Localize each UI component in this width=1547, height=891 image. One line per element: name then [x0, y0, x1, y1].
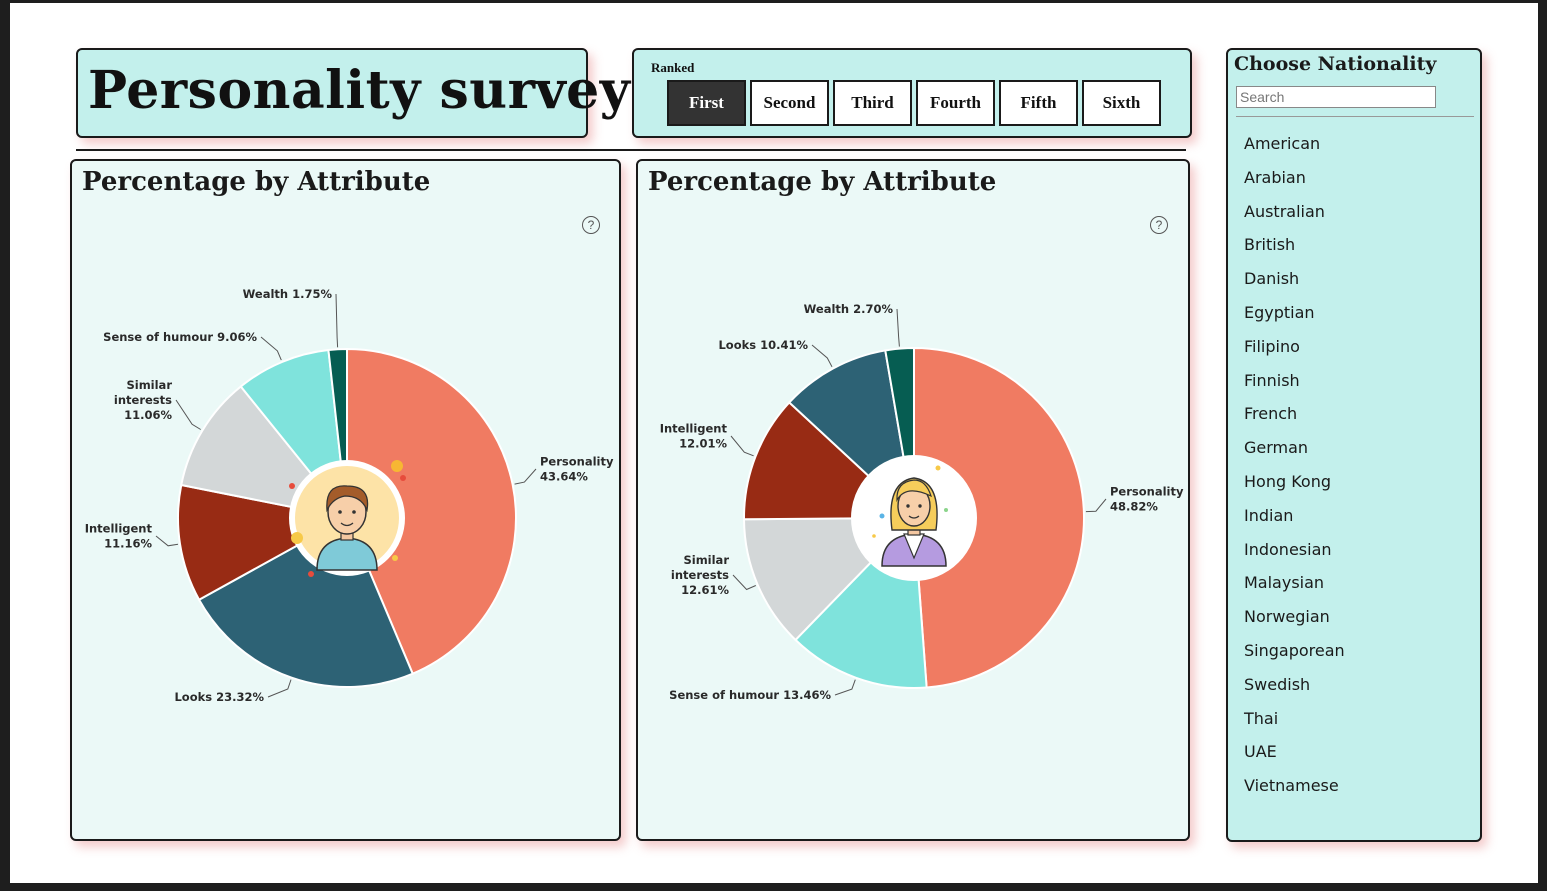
nationality-item[interactable]: French	[1244, 404, 1345, 438]
header-divider	[76, 149, 1186, 151]
ranked-buttons: First Second Third Fourth Fifth Sixth	[667, 80, 1161, 126]
chart-card-male: Percentage by Attribute ? Personality 43.…	[70, 159, 621, 841]
leader-line	[260, 336, 282, 361]
data-label: Intelligent 12.01%	[660, 422, 728, 451]
rank-button-first[interactable]: First	[667, 80, 746, 126]
nationality-item[interactable]: Vietnamese	[1244, 776, 1345, 810]
data-label: Sense of humour 9.06%	[103, 330, 257, 344]
leader-line	[155, 535, 179, 547]
leader-line	[834, 679, 856, 696]
data-label: Personality 43.64%	[540, 455, 614, 484]
data-label: Looks 10.41%	[718, 338, 808, 352]
leader-line	[267, 679, 292, 698]
rank-button-sixth[interactable]: Sixth	[1082, 80, 1161, 126]
divider	[1236, 116, 1474, 117]
ranked-slicer: Ranked First Second Third Fourth Fifth S…	[632, 48, 1192, 138]
data-label: Sense of humour 13.46%	[669, 688, 831, 702]
leader-line	[896, 308, 900, 347]
nationality-item[interactable]: Finnish	[1244, 371, 1345, 405]
data-label: Personality 48.82%	[1110, 485, 1184, 514]
data-label: Similar interests 11.06%	[114, 378, 173, 422]
nationality-slicer: Choose Nationality American Arabian Aust…	[1226, 48, 1482, 842]
chart-card-female: Percentage by Attribute ? Personality 48.…	[636, 159, 1190, 841]
nationality-item[interactable]: Swedish	[1244, 675, 1345, 709]
leader-line	[175, 399, 201, 430]
nationality-item[interactable]: Singaporean	[1244, 641, 1345, 675]
nationality-item[interactable]: German	[1244, 438, 1345, 472]
nationality-item[interactable]: Arabian	[1244, 168, 1345, 202]
nationality-item[interactable]: Hong Kong	[1244, 472, 1345, 506]
leader-line	[335, 293, 339, 348]
nationality-item[interactable]: Thai	[1244, 709, 1345, 743]
title-card: Personality survey	[76, 48, 630, 138]
leader-line	[1085, 498, 1107, 513]
rank-button-fifth[interactable]: Fifth	[999, 80, 1078, 126]
data-label: Wealth 2.70%	[804, 302, 894, 316]
nationality-item[interactable]: Danish	[1244, 269, 1345, 303]
donut-chart-male: Personality 43.64% Looks 23.32% Intelligent…	[85, 287, 614, 704]
leader-line	[732, 574, 756, 591]
data-label: Similar interests 12.61%	[671, 553, 730, 597]
data-label: Wealth 1.75%	[243, 287, 333, 301]
leader-line	[811, 344, 833, 368]
nationality-item[interactable]: Filipino	[1244, 337, 1345, 371]
donut-chart-female: Personality 48.82% Sense of humour 13.46% S…	[660, 302, 1184, 702]
nationality-item[interactable]: Indonesian	[1244, 540, 1345, 574]
data-label: Looks 23.32%	[174, 690, 264, 704]
nationality-item[interactable]: Egyptian	[1244, 303, 1345, 337]
ranked-label: Ranked	[651, 60, 695, 75]
nationality-item[interactable]: Malaysian	[1244, 573, 1345, 607]
nationality-item[interactable]: Norwegian	[1244, 607, 1345, 641]
rank-button-fourth[interactable]: Fourth	[916, 80, 995, 126]
nationality-list: American Arabian Australian British Dani…	[1244, 134, 1345, 810]
nationality-item[interactable]: UAE	[1244, 742, 1345, 776]
leader-line	[730, 435, 754, 457]
search-input[interactable]	[1236, 86, 1436, 108]
nationality-item[interactable]: Australian	[1244, 202, 1345, 236]
rank-button-third[interactable]: Third	[833, 80, 912, 126]
nationality-item[interactable]: American	[1244, 134, 1345, 168]
data-label: Intelligent 11.16%	[85, 522, 153, 551]
nationality-title: Choose Nationality	[1234, 53, 1437, 75]
nationality-item[interactable]: British	[1244, 235, 1345, 269]
page-title: Personality survey	[88, 60, 631, 121]
leader-line	[514, 468, 537, 485]
nationality-item[interactable]: Indian	[1244, 506, 1345, 540]
rank-button-second[interactable]: Second	[750, 80, 829, 126]
